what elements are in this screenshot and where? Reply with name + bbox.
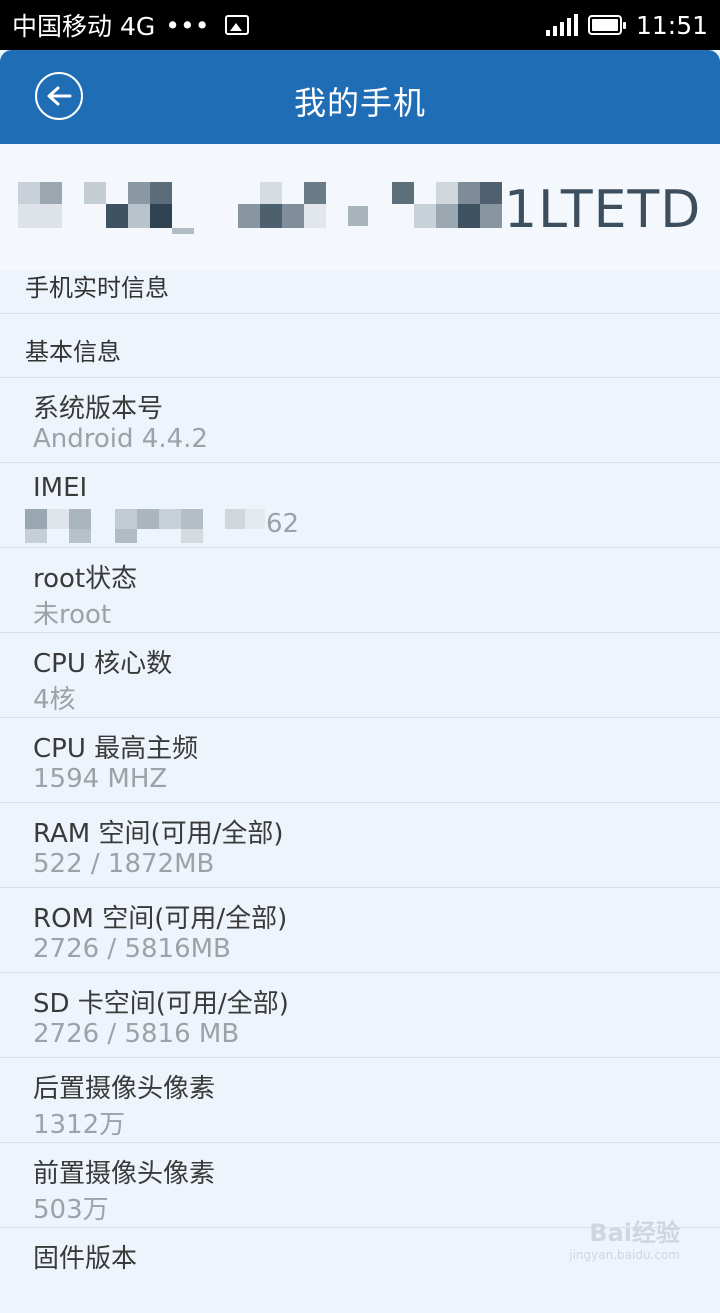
item-value: 未root xyxy=(33,600,112,630)
notification-dots: ••• xyxy=(165,10,210,40)
item-value: Android 4.4.2 xyxy=(33,424,208,454)
item-label: SD 卡空间(可用/全部) xyxy=(33,989,289,1019)
watermark-url: jingyan.baidu.com xyxy=(569,1248,680,1262)
item-value: 4核 xyxy=(33,685,76,715)
section-basic-info[interactable]: 基本信息 xyxy=(0,332,720,367)
divider xyxy=(0,313,720,314)
watermark-brand: Bai经验 xyxy=(589,1219,680,1247)
list-item-sd-card: SD 卡空间(可用/全部) 2726 / 5816 MB xyxy=(0,973,720,1058)
list-item-root-status: root状态 未root xyxy=(0,548,720,633)
item-label: root状态 xyxy=(33,564,138,594)
list-item-ram: RAM 空间(可用/全部) 522 / 1872MB xyxy=(0,803,720,888)
list-item-imei: IMEI 62 xyxy=(0,463,720,548)
baidu-watermark: Bai经验 jingyan.baidu.com xyxy=(569,1213,680,1262)
device-banner: 1LTETD xyxy=(0,144,720,270)
item-value: 62 xyxy=(266,509,300,539)
item-value: 503万 xyxy=(33,1195,109,1225)
clock: 11:51 xyxy=(635,10,708,40)
carrier-label: 中国移动 4G xyxy=(12,12,156,41)
pixelated-imei xyxy=(25,509,275,545)
signal-icon xyxy=(545,14,578,36)
item-label: RAM 空间(可用/全部) xyxy=(33,819,284,849)
page-title: 我的手机 xyxy=(293,84,426,122)
item-value: 2726 / 5816 MB xyxy=(33,1019,240,1049)
info-list: 系统版本号 Android 4.4.2 IMEI 62 root状态 未root… xyxy=(0,378,720,1313)
app-bar: 我的手机 xyxy=(0,50,720,144)
item-label: CPU 核心数 xyxy=(33,649,173,679)
list-item-rom: ROM 空间(可用/全部) 2726 / 5816MB xyxy=(0,888,720,973)
list-item-system-version: 系统版本号 Android 4.4.2 xyxy=(0,378,720,463)
item-value: 2726 / 5816MB xyxy=(33,934,231,964)
item-label: CPU 最高主频 xyxy=(33,734,199,764)
list-item-rear-camera: 后置摄像头像素 1312万 xyxy=(0,1058,720,1143)
item-value: 522 / 1872MB xyxy=(33,849,215,879)
item-value: 1312万 xyxy=(33,1110,126,1140)
list-item-cpu-max-freq: CPU 最高主频 1594 MHZ xyxy=(0,718,720,803)
item-label: IMEI xyxy=(33,473,88,503)
list-item-cpu-cores: CPU 核心数 4核 xyxy=(0,633,720,718)
device-name-suffix: 1LTETD xyxy=(504,180,702,240)
item-label: 后置摄像头像素 xyxy=(33,1074,216,1104)
item-value: 1594 MHZ xyxy=(33,764,168,794)
item-label: 前置摄像头像素 xyxy=(33,1159,216,1189)
status-bar: 中国移动 4G ••• 11:51 xyxy=(0,0,720,50)
item-label: 固件版本 xyxy=(33,1244,138,1274)
battery-icon xyxy=(587,15,626,35)
item-label: 系统版本号 xyxy=(33,394,164,424)
image-notification-icon xyxy=(225,15,250,35)
section-realtime-info[interactable]: 手机实时信息 xyxy=(0,268,720,303)
item-label: ROM 空间(可用/全部) xyxy=(33,904,288,934)
